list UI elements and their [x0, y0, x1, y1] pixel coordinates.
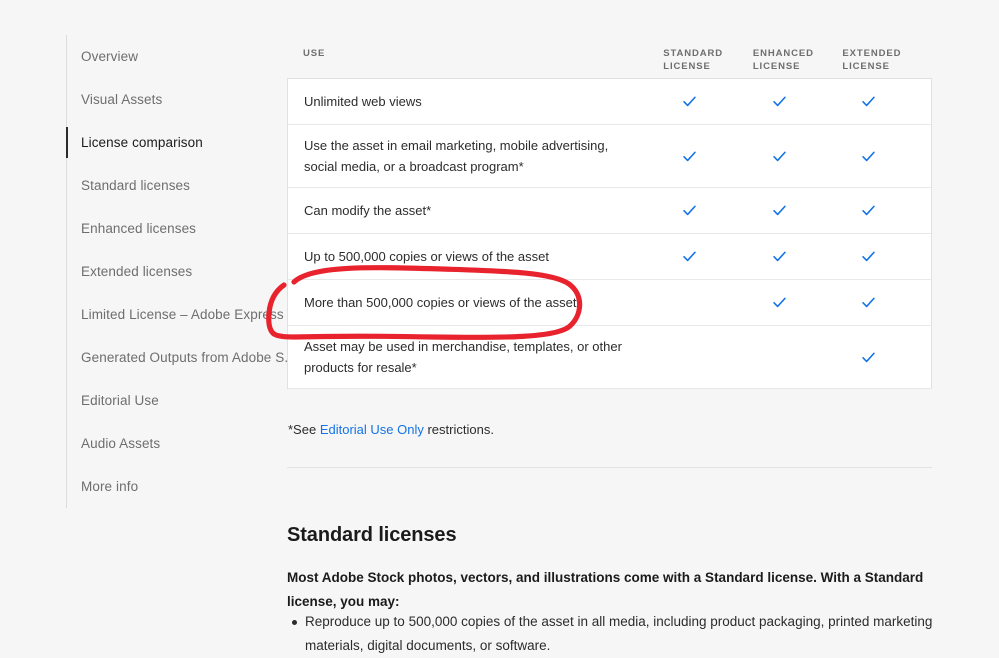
table-cell-extended-license [841, 203, 931, 218]
editorial-use-only-link[interactable]: Editorial Use Only [320, 422, 424, 437]
checkmark-icon [861, 149, 876, 164]
section-divider [287, 467, 932, 468]
sidebar-item-license-comparison[interactable]: License comparison [67, 121, 288, 164]
table-cell-standard-license [662, 149, 752, 164]
footnote-suffix: restrictions. [424, 422, 494, 437]
checkmark-icon [861, 295, 876, 310]
column-header-use: USE [287, 45, 663, 59]
table-cell-extended-license [841, 295, 931, 310]
table-row: Can modify the asset* [288, 188, 931, 234]
column-header-enhanced-license: ENHANCED LICENSE [753, 45, 843, 73]
table-cell-use: Use the asset in email marketing, mobile… [288, 125, 662, 187]
standard-licenses-heading: Standard licenses [287, 524, 456, 547]
list-item: Reproduce up to 500,000 copies of the as… [305, 610, 955, 658]
sidebar-nav: Overview Visual Assets License comparison S… [66, 35, 288, 508]
table-cell-use: Can modify the asset* [288, 190, 662, 231]
sidebar-item-extended-licenses[interactable]: Extended licenses [67, 250, 288, 293]
table-row: Use the asset in email marketing, mobile… [288, 125, 931, 188]
checkmark-icon [772, 149, 787, 164]
standard-licenses-bullet-list: Reproduce up to 500,000 copies of the as… [287, 610, 955, 658]
editorial-use-footnote: *See Editorial Use Only restrictions. [288, 420, 494, 439]
table-header-row: USE STANDARD LICENSE ENHANCED LICENSE EX… [287, 45, 932, 78]
checkmark-icon [682, 249, 697, 264]
checkmark-icon [682, 203, 697, 218]
checkmark-icon [682, 149, 697, 164]
table-row: Unlimited web views [288, 79, 931, 125]
table-cell-use: Up to 500,000 copies or views of the ass… [288, 236, 662, 277]
checkmark-icon [772, 203, 787, 218]
sidebar-item-limited-license-adobe-express[interactable]: Limited License – Adobe Express [67, 293, 288, 336]
main-content: USE STANDARD LICENSE ENHANCED LICENSE EX… [287, 0, 999, 650]
table-row: Up to 500,000 copies or views of the ass… [288, 234, 931, 280]
sidebar-item-overview[interactable]: Overview [67, 35, 288, 78]
column-header-extended-line1: EXTENDED [842, 48, 932, 61]
table-cell-standard-license [662, 249, 752, 264]
sidebar-item-label: Standard licenses [81, 178, 190, 193]
table-cell-enhanced-license [752, 94, 842, 109]
sidebar-item-audio-assets[interactable]: Audio Assets [67, 422, 288, 465]
table-cell-standard-license [662, 350, 752, 365]
table-cell-extended-license [841, 149, 931, 164]
sidebar-item-enhanced-licenses[interactable]: Enhanced licenses [67, 207, 288, 250]
column-header-extended-license: EXTENDED LICENSE [842, 45, 932, 73]
checkmark-icon [682, 94, 697, 109]
sidebar-item-label: Visual Assets [81, 92, 162, 107]
checkmark-icon [861, 350, 876, 365]
footnote-prefix: *See [288, 422, 320, 437]
table-cell-use: Unlimited web views [288, 81, 662, 122]
checkmark-icon [772, 249, 787, 264]
column-header-extended-line2: LICENSE [842, 61, 932, 74]
table-body: Unlimited web viewsUse the asset in emai… [287, 78, 932, 389]
table-cell-enhanced-license [752, 295, 842, 310]
sidebar-item-label: More info [81, 479, 138, 494]
sidebar-item-visual-assets[interactable]: Visual Assets [67, 78, 288, 121]
table-cell-extended-license [841, 350, 931, 365]
checkmark-icon [772, 94, 787, 109]
checkmark-icon [772, 295, 787, 310]
table-row: More than 500,000 copies or views of the… [288, 280, 931, 326]
sidebar-item-more-info[interactable]: More info [67, 465, 288, 508]
table-cell-enhanced-license [752, 350, 842, 365]
sidebar-item-label: Generated Outputs from Adobe S... [81, 350, 296, 365]
table-cell-enhanced-license [752, 249, 842, 264]
page-root: Overview Visual Assets License comparison S… [0, 0, 999, 650]
table-cell-extended-license [841, 249, 931, 264]
sidebar-item-label: Overview [81, 49, 138, 64]
sidebar-item-generated-outputs-from-adobe-s[interactable]: Generated Outputs from Adobe S... [67, 336, 288, 379]
sidebar-item-standard-licenses[interactable]: Standard licenses [67, 164, 288, 207]
table-cell-standard-license [662, 295, 752, 310]
sidebar-item-editorial-use[interactable]: Editorial Use [67, 379, 288, 422]
table-cell-enhanced-license [752, 149, 842, 164]
sidebar-item-label: Audio Assets [81, 436, 160, 451]
sidebar-item-label: Enhanced licenses [81, 221, 196, 236]
checkmark-icon [861, 249, 876, 264]
table-cell-standard-license [662, 94, 752, 109]
standard-licenses-intro: Most Adobe Stock photos, vectors, and il… [287, 566, 935, 614]
checkmark-icon [861, 94, 876, 109]
license-comparison-table: USE STANDARD LICENSE ENHANCED LICENSE EX… [287, 45, 932, 389]
column-header-standard-license: STANDARD LICENSE [663, 45, 753, 73]
table-row: Asset may be used in merchandise, templa… [288, 326, 931, 389]
table-cell-enhanced-license [752, 203, 842, 218]
column-header-enhanced-line1: ENHANCED [753, 48, 843, 61]
table-cell-extended-license [841, 94, 931, 109]
checkmark-icon [861, 203, 876, 218]
table-cell-use: More than 500,000 copies or views of the… [288, 282, 662, 323]
sidebar-item-label: Extended licenses [81, 264, 192, 279]
column-header-enhanced-line2: LICENSE [753, 61, 843, 74]
sidebar-item-label: Limited License – Adobe Express [81, 307, 284, 322]
table-cell-standard-license [662, 203, 752, 218]
column-header-standard-line1: STANDARD [663, 48, 753, 61]
sidebar-item-label: Editorial Use [81, 393, 159, 408]
column-header-standard-line2: LICENSE [663, 61, 753, 74]
table-cell-use: Asset may be used in merchandise, templa… [288, 326, 662, 388]
sidebar-item-label: License comparison [81, 135, 203, 150]
